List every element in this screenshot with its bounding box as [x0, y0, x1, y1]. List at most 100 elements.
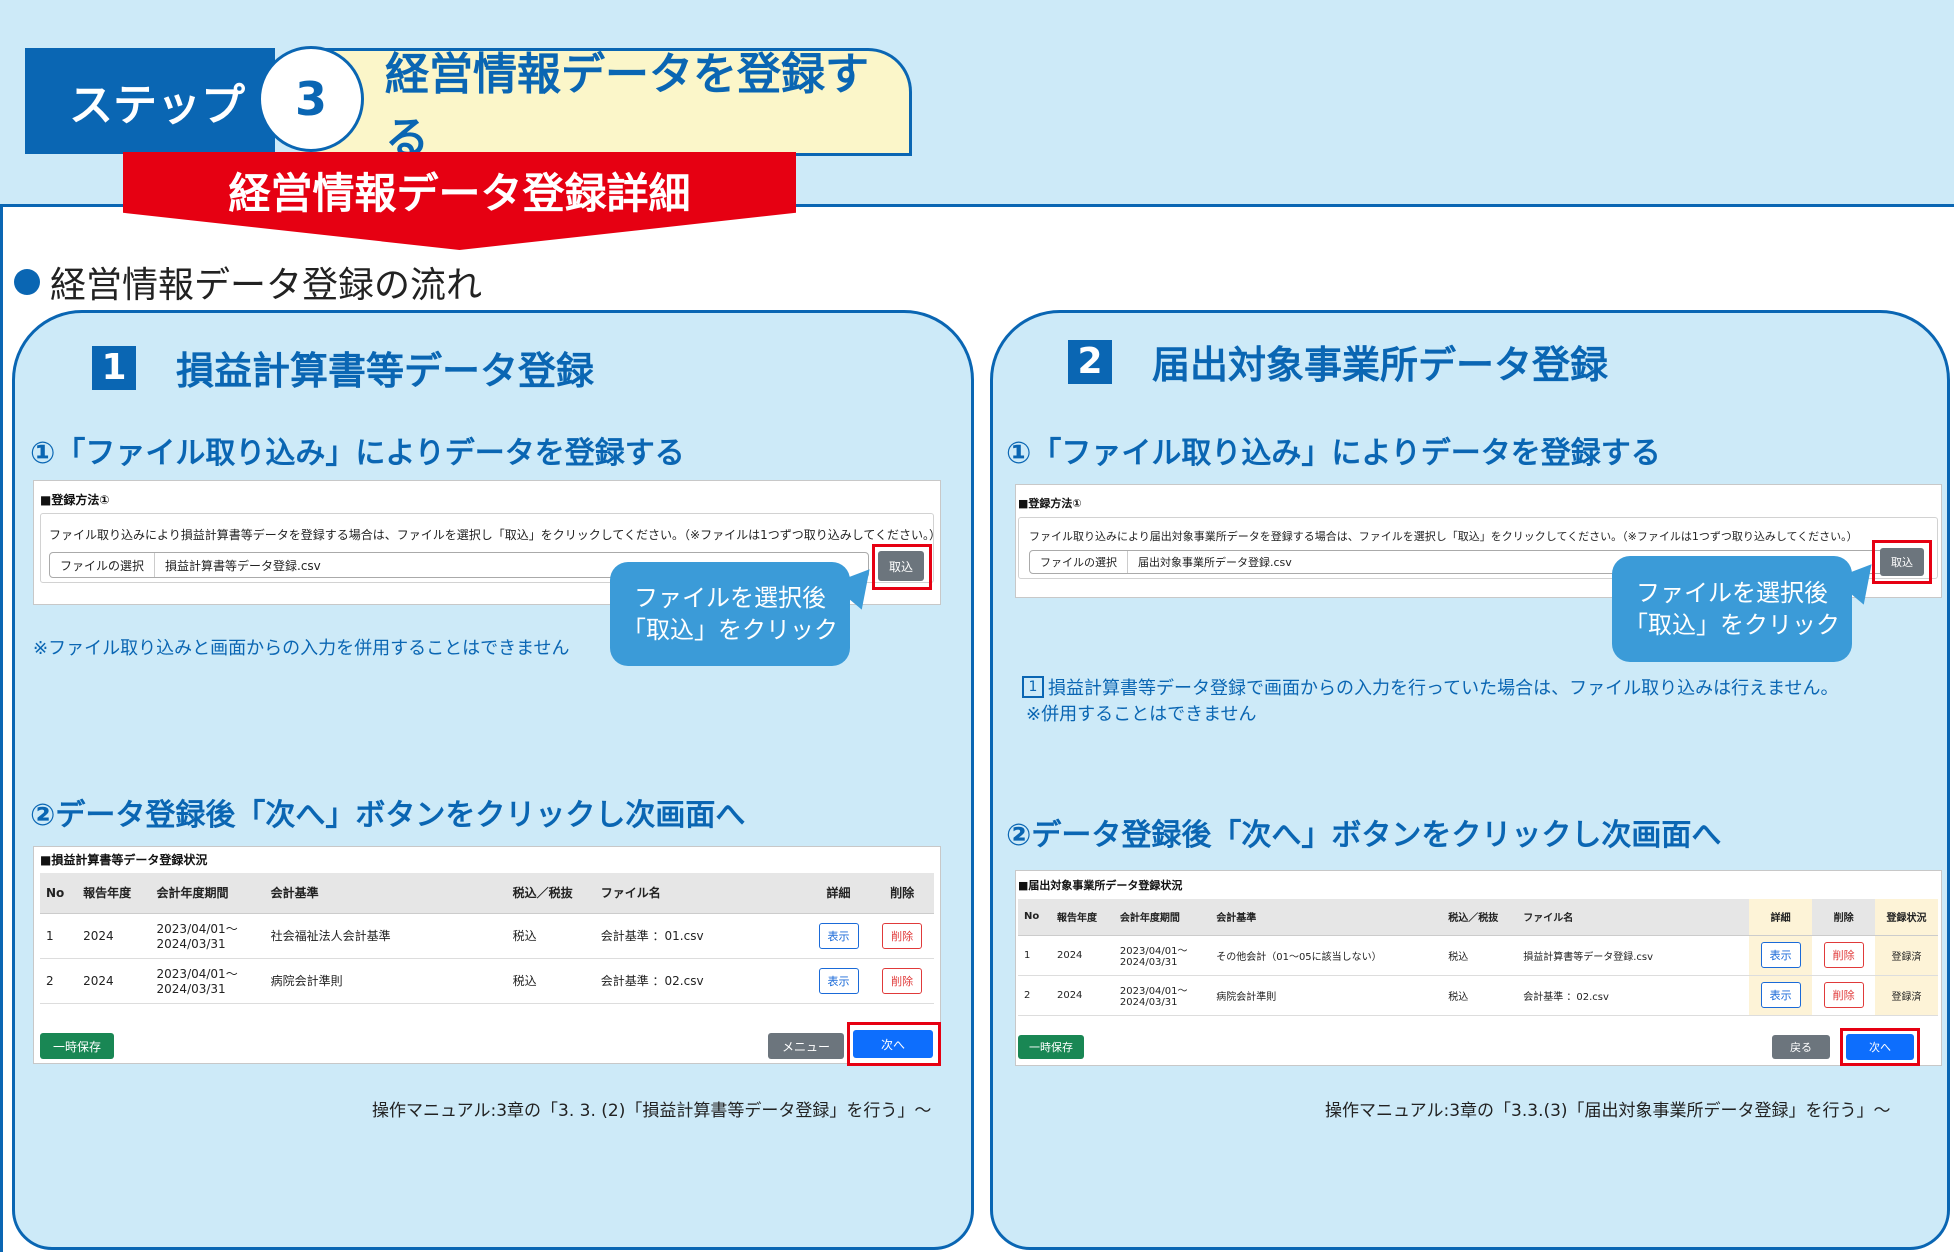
cell-period-start: 2023/04/01～: [156, 922, 238, 936]
note-number-badge: 1: [1022, 676, 1044, 698]
cell-file: 会計基準 ：01.csv: [594, 913, 807, 959]
import-section-label: ■登録方法①: [40, 493, 110, 507]
cell-status: 登録済: [1875, 975, 1938, 1016]
file-select-label: ファイルの選択: [1030, 551, 1128, 573]
col-no: No: [1018, 899, 1051, 936]
table-row: 1 2024 2023/04/01～ 2024/03/31 社会福祉法人会計基準 …: [40, 913, 934, 959]
cell-delete: 削除: [1812, 975, 1876, 1016]
show-button[interactable]: 表示: [818, 922, 859, 949]
temp-save-button[interactable]: 一時保存: [1018, 1035, 1084, 1059]
status-section-label: ■損益計算書等データ登録状況: [40, 853, 208, 867]
panel-1-status-screenshot: ■損益計算書等データ登録状況 No 報告年度 会計年度期間 会計基準 税込／税抜…: [33, 846, 941, 1064]
cell-standard: 社会福祉法人会計基準: [264, 913, 507, 959]
cell-period: 2023/04/01～ 2024/03/31: [150, 913, 265, 959]
cell-detail: 表示: [1749, 975, 1813, 1016]
show-button[interactable]: 表示: [1760, 982, 1801, 1008]
panel-1-step2-heading: ②データ登録後「次へ」ボタンをクリックし次画面へ: [30, 798, 746, 833]
cell-status: 登録済: [1875, 935, 1938, 976]
panel-1-number: 1: [92, 345, 136, 390]
col-status: 登録状況: [1875, 899, 1938, 936]
panel-2-step1-heading: ①「ファイル取り込み」によりデータを登録する: [1006, 436, 1661, 471]
temp-save-button[interactable]: 一時保存: [40, 1033, 114, 1059]
import-section-label: ■登録方法①: [1018, 497, 1082, 510]
next-button[interactable]: 次へ: [853, 1030, 933, 1058]
import-button[interactable]: 取込: [1880, 548, 1924, 576]
col-tax: 税込／税抜: [506, 873, 595, 914]
table-header-row: No 報告年度 会計年度期間 会計基準 税込／税抜 ファイル名 詳細 削除: [40, 873, 934, 914]
cell-standard: その他会計（01～05に該当しない）: [1210, 935, 1443, 976]
callout-2-line2: 「取込」をクリック: [1624, 611, 1840, 639]
cell-period-start: 2023/04/01～: [1119, 946, 1188, 957]
cell-tax: 税込: [1442, 935, 1518, 976]
cell-year: 2024: [77, 958, 151, 1004]
panel-2-number: 2: [1068, 339, 1112, 384]
cell-delete: 削除: [870, 958, 934, 1004]
menu-button[interactable]: メニュー: [768, 1033, 844, 1059]
panel-2-callout: ファイルを選択後 「取込」をクリック: [1612, 556, 1852, 662]
col-file: ファイル名: [594, 873, 807, 914]
status-table-wrap: No 報告年度 会計年度期間 会計基準 税込／税抜 ファイル名 詳細 削除 1 …: [40, 873, 934, 1004]
cell-period: 2023/04/01～ 2024/03/31: [150, 958, 265, 1004]
delete-button[interactable]: 削除: [882, 922, 923, 949]
col-period: 会計年度期間: [1113, 899, 1211, 936]
table-row: 2 2024 2023/04/01～ 2024/03/31 病院会計準則 税込 会…: [1018, 975, 1938, 1016]
file-select-value: 届出対象事業所データ登録.csv: [1138, 556, 1292, 569]
delete-button[interactable]: 削除: [1823, 942, 1864, 968]
col-no: No: [40, 873, 78, 914]
cell-period-start: 2023/04/01～: [156, 967, 238, 981]
status-table: No 報告年度 会計年度期間 会計基準 税込／税抜 ファイル名 詳細 削除 1 …: [40, 873, 934, 1004]
show-button[interactable]: 表示: [1760, 942, 1801, 968]
title-banner: 経営情報データを登録する: [300, 48, 912, 164]
file-select-value: 損益計算書等データ登録.csv: [165, 558, 321, 573]
panel-1-step1-heading: ①「ファイル取り込み」によりデータを登録する: [30, 436, 685, 471]
cell-detail: 表示: [1749, 935, 1813, 976]
cell-file: 損益計算書等データ登録.csv: [1517, 935, 1750, 976]
panel-2-note-line2: ※併用することはできません: [1026, 704, 1257, 725]
step-label: ステップ: [69, 80, 245, 131]
cell-delete: 削除: [1812, 935, 1876, 976]
flow-heading: 経営情報データ登録の流れ: [14, 256, 482, 308]
table-row: 1 2024 2023/04/01～ 2024/03/31 その他会計（01～05…: [1018, 935, 1938, 976]
cell-standard: 病院会計準則: [264, 958, 507, 1004]
col-detail: 詳細: [806, 873, 871, 914]
import-instruction: ファイル取り込みにより損益計算書等データを登録する場合は、ファイルを選択し「取込…: [49, 528, 942, 542]
show-button[interactable]: 表示: [818, 967, 859, 994]
col-tax: 税込／税抜: [1442, 899, 1518, 936]
import-button[interactable]: 取込: [878, 551, 924, 581]
panel-2-step2-heading: ②データ登録後「次へ」ボタンをクリックし次画面へ: [1006, 818, 1722, 853]
cell-no: 1: [40, 913, 78, 959]
cell-year: 2024: [1050, 935, 1114, 976]
col-file: ファイル名: [1517, 899, 1750, 936]
cell-file: 会計基準 ：02.csv: [1517, 975, 1750, 1016]
panel-2-manual-ref: 操作マニュアル:3章の「3.3.(3)「届出対象事業所データ登録」を行う」～: [1325, 1101, 1891, 1121]
cell-year: 2024: [77, 913, 151, 959]
delete-button[interactable]: 削除: [1823, 982, 1864, 1008]
col-year: 報告年度: [77, 873, 151, 914]
cell-detail: 表示: [806, 913, 871, 959]
cell-period: 2023/04/01～ 2024/03/31: [1113, 975, 1211, 1016]
ribbon-label: 経営情報データ登録詳細: [228, 169, 691, 218]
back-button[interactable]: 戻る: [1772, 1035, 1830, 1059]
next-button[interactable]: 次へ: [1846, 1034, 1914, 1060]
panel-2-title-text: 届出対象事業所データ登録: [1152, 343, 1609, 387]
delete-button[interactable]: 削除: [882, 967, 923, 994]
page-title: 経営情報データを登録する: [385, 49, 869, 164]
cell-delete: 削除: [870, 913, 934, 959]
col-delete: 削除: [1812, 899, 1876, 936]
callout-1-line2: 「取込」をクリック: [622, 616, 838, 644]
cell-period-end: 2024/03/31: [156, 982, 226, 996]
panel-1-callout: ファイルを選択後 「取込」をクリック: [610, 562, 850, 666]
cell-period-end: 2024/03/31: [1119, 997, 1178, 1008]
panel-1-note: ※ファイル取り込みと画面からの入力を併用することはできません: [33, 638, 570, 659]
cell-standard: 病院会計準則: [1210, 975, 1443, 1016]
panel-2-status-screenshot: ■届出対象事業所データ登録状況 No 報告年度 会計年度期間 会計基準 税込／税…: [1015, 870, 1942, 1066]
cell-detail: 表示: [806, 958, 871, 1004]
col-detail: 詳細: [1749, 899, 1813, 936]
cell-tax: 税込: [1442, 975, 1518, 1016]
step-number-badge: 3: [258, 46, 364, 152]
note-line-1: 損益計算書等データ登録で画面からの入力を行っていた場合は、ファイル取り込みは行え…: [1048, 678, 1839, 699]
col-standard: 会計基準: [264, 873, 507, 914]
cell-year: 2024: [1050, 975, 1114, 1016]
col-period: 会計年度期間: [150, 873, 265, 914]
status-table-wrap: No 報告年度 会計年度期間 会計基準 税込／税抜 ファイル名 詳細 削除 登録…: [1018, 899, 1938, 1016]
